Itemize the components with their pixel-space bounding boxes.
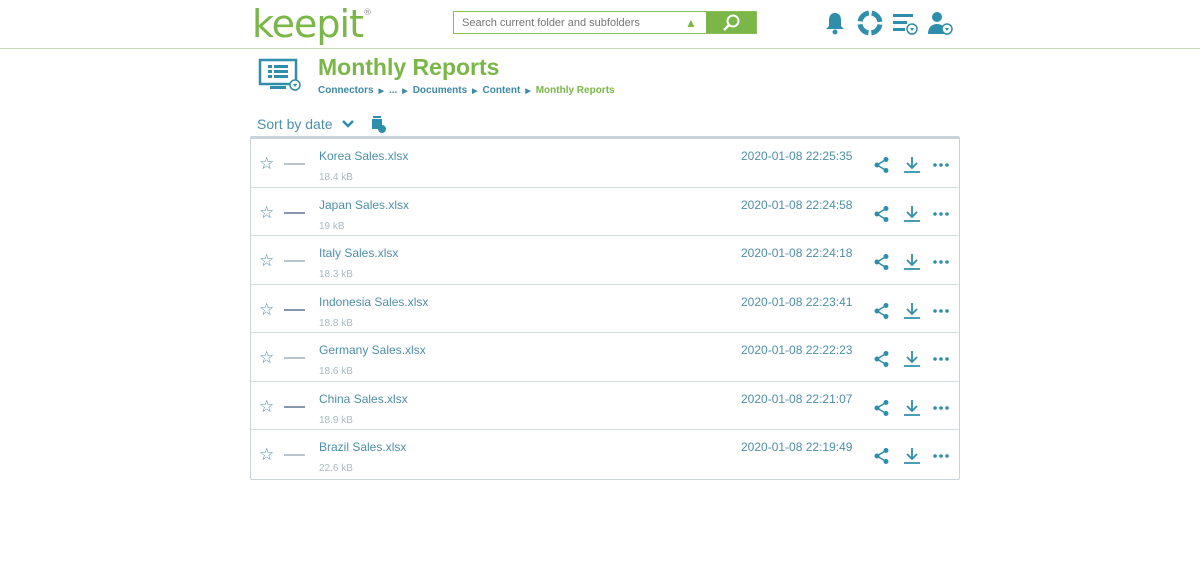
breadcrumb-ellipsis[interactable]: ...	[389, 85, 397, 96]
file-name[interactable]: Japan Sales.xlsx	[319, 198, 409, 212]
favorite-star-icon[interactable]: ☆	[259, 348, 274, 368]
file-row[interactable]: ☆ Indonesia Sales.xlsx 18.8 kB 2020-01-0…	[251, 285, 959, 333]
file-list: ☆ Korea Sales.xlsx 18.4 kB 2020-01-08 22…	[250, 136, 960, 480]
status-dash	[284, 357, 305, 359]
status-dash	[284, 308, 305, 311]
file-date: 2020-01-08 22:23:41	[741, 294, 853, 309]
logo-text: keepit	[252, 2, 364, 46]
file-size: 18.9 kB	[319, 414, 353, 426]
share-icon[interactable]	[873, 447, 891, 465]
search-input[interactable]	[454, 12, 676, 33]
file-date: 2020-01-08 22:19:49	[741, 440, 853, 454]
keepit-logo[interactable]: keepit ®	[252, 2, 372, 46]
file-row[interactable]: ☆ Brazil Sales.xlsx 22.6 kB 2020-01-08 2…	[251, 430, 959, 479]
download-icon[interactable]	[903, 253, 921, 271]
more-options-icon[interactable]	[932, 302, 950, 320]
breadcrumb: Connectors ▶ ... ▶ Documents ▶ Content ▶ Mon…	[318, 85, 615, 96]
status-dash	[284, 454, 305, 456]
more-options-icon[interactable]	[932, 350, 950, 368]
download-icon[interactable]	[903, 350, 921, 368]
favorite-star-icon[interactable]: ☆	[259, 445, 274, 465]
favorite-star-icon[interactable]: ☆	[259, 203, 274, 223]
file-date: 2020-01-08 22:22:23	[741, 343, 853, 357]
file-size: 18.3 kB	[319, 269, 353, 280]
status-dash	[284, 405, 305, 408]
help-lifebuoy-icon[interactable]	[857, 10, 883, 36]
share-icon[interactable]	[873, 302, 891, 320]
file-name[interactable]: Korea Sales.xlsx	[319, 149, 408, 163]
breadcrumb-connectors[interactable]: Connectors	[318, 85, 374, 96]
file-date: 2020-01-08 22:25:35	[741, 149, 853, 163]
more-options-icon[interactable]	[932, 156, 950, 174]
file-row[interactable]: ☆ Korea Sales.xlsx 18.4 kB 2020-01-08 22…	[251, 139, 959, 188]
file-name[interactable]: Germany Sales.xlsx	[319, 343, 426, 357]
favorite-star-icon[interactable]: ☆	[259, 397, 274, 417]
top-bar: keepit® ▲	[0, 0, 1200, 49]
file-row[interactable]: ☆ Italy Sales.xlsx 18.3 kB 2020-01-08 22…	[251, 236, 959, 285]
more-options-icon[interactable]	[932, 399, 950, 417]
file-size: 18.6 kB	[319, 366, 353, 377]
favorite-star-icon[interactable]: ☆	[259, 154, 274, 174]
file-size: 18.4 kB	[319, 172, 353, 183]
breadcrumb-documents[interactable]: Documents	[413, 85, 467, 96]
status-dash	[284, 163, 305, 165]
sort-label: Sort by date	[257, 116, 333, 132]
file-row[interactable]: ☆ Japan Sales.xlsx 19 kB 2020-01-08 22:2…	[251, 188, 959, 236]
file-date: 2020-01-08 22:24:58	[741, 197, 853, 212]
share-icon[interactable]	[873, 156, 891, 174]
file-name[interactable]: Indonesia Sales.xlsx	[319, 295, 428, 309]
download-icon[interactable]	[903, 205, 921, 223]
file-row[interactable]: ☆ China Sales.xlsx 18.9 kB 2020-01-08 22…	[251, 382, 959, 430]
status-dash	[284, 260, 305, 262]
favorite-star-icon[interactable]: ☆	[259, 300, 274, 320]
favorite-star-icon[interactable]: ☆	[259, 251, 274, 271]
folder-tree-icon[interactable]: ▲	[676, 12, 706, 33]
search-box: ▲	[453, 11, 757, 34]
status-dash	[284, 211, 305, 214]
download-icon[interactable]	[903, 302, 921, 320]
user-account-icon[interactable]	[927, 10, 953, 36]
breadcrumb-content[interactable]: Content	[483, 85, 521, 96]
download-icon[interactable]	[903, 156, 921, 174]
file-size: 19 kB	[319, 220, 345, 232]
notifications-bell-icon[interactable]	[822, 10, 848, 36]
trash-filter-icon[interactable]	[369, 115, 387, 133]
file-name[interactable]: Brazil Sales.xlsx	[319, 440, 406, 454]
download-icon[interactable]	[903, 447, 921, 465]
more-options-icon[interactable]	[932, 447, 950, 465]
file-row[interactable]: ☆ Germany Sales.xlsx 18.6 kB 2020-01-08 …	[251, 333, 959, 382]
file-size: 18.8 kB	[319, 317, 353, 329]
sort-dropdown[interactable]: Sort by date	[257, 115, 387, 133]
menu-list-icon[interactable]	[892, 10, 918, 36]
share-icon[interactable]	[873, 205, 891, 223]
file-name[interactable]: China Sales.xlsx	[319, 392, 408, 406]
more-options-icon[interactable]	[932, 205, 950, 223]
share-icon[interactable]	[873, 350, 891, 368]
search-icon	[723, 14, 740, 31]
breadcrumb-current: Monthly Reports	[535, 85, 615, 96]
download-icon[interactable]	[903, 399, 921, 417]
file-size: 22.6 kB	[319, 463, 353, 474]
file-date: 2020-01-08 22:21:07	[741, 391, 853, 406]
file-date: 2020-01-08 22:24:18	[741, 246, 853, 260]
folder-monitor-icon	[258, 58, 301, 91]
search-button[interactable]	[706, 12, 756, 33]
more-options-icon[interactable]	[932, 253, 950, 271]
file-name[interactable]: Italy Sales.xlsx	[319, 246, 398, 260]
page-title: Monthly Reports	[318, 54, 500, 80]
share-icon[interactable]	[873, 399, 891, 417]
share-icon[interactable]	[873, 253, 891, 271]
chevron-down-icon	[341, 120, 354, 128]
